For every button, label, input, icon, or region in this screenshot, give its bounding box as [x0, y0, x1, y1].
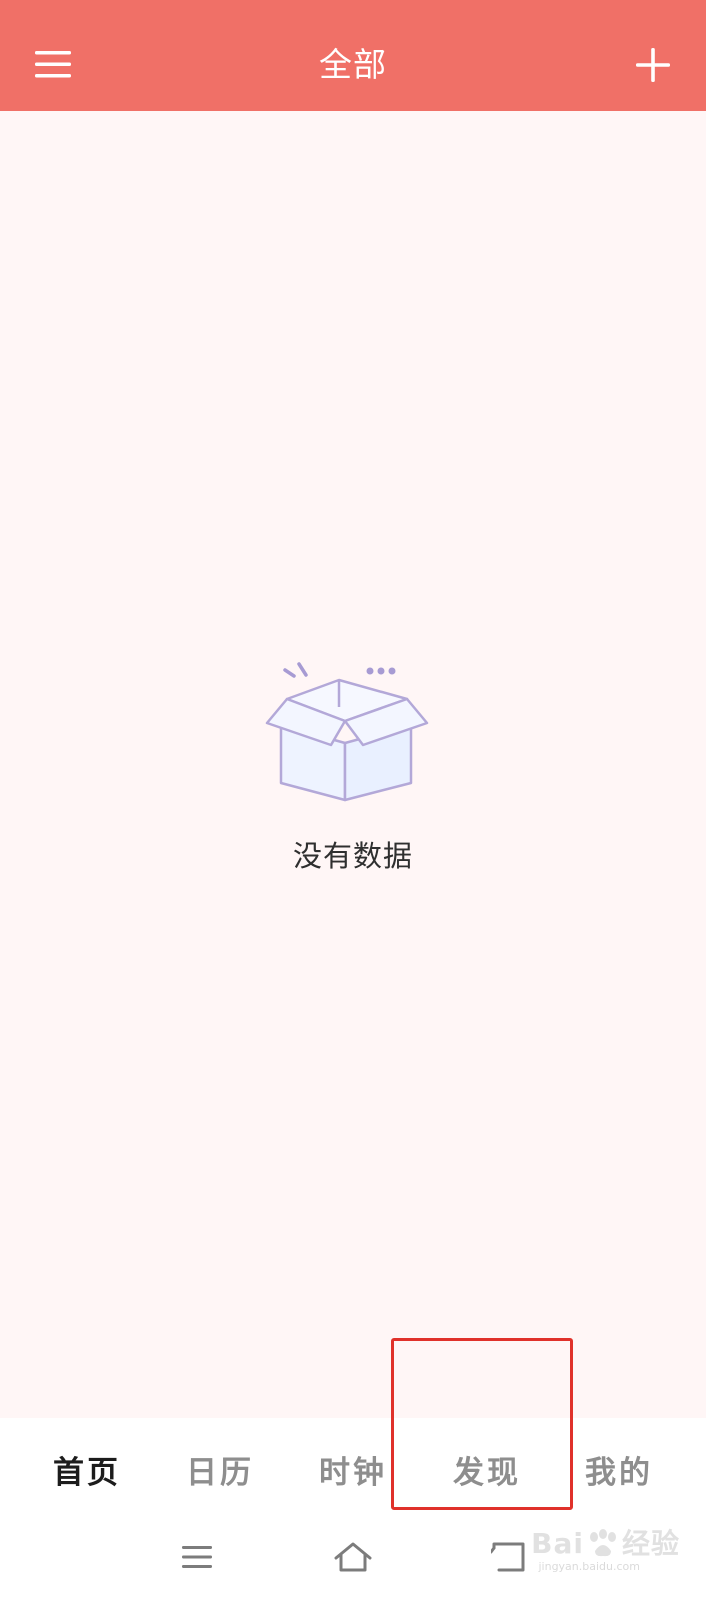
tab-discover[interactable]: 发现 [422, 1418, 552, 1520]
recent-apps-icon [182, 1546, 212, 1568]
app-bar: 全部 [0, 0, 706, 111]
recent-apps-button[interactable] [162, 1532, 232, 1582]
plus-icon [636, 48, 670, 82]
bottom-navigation: 首页 日历 时钟 发现 我的 [0, 1418, 706, 1520]
tab-mine[interactable]: 我的 [554, 1418, 684, 1520]
watermark-brand-left: Bai [531, 1527, 584, 1560]
paw-logo-icon [586, 1529, 620, 1559]
tab-calendar[interactable]: 日历 [155, 1418, 285, 1520]
baidu-jingyan-watermark: Bai 经验 jingyan.baidu.com [531, 1528, 680, 1588]
home-button[interactable] [318, 1532, 388, 1582]
empty-state: 没有数据 [0, 655, 706, 875]
tab-home[interactable]: 首页 [22, 1418, 152, 1520]
page-title: 全部 [319, 45, 387, 84]
watermark-logo: Bai 经验 [531, 1528, 680, 1560]
empty-message: 没有数据 [292, 839, 413, 873]
add-button[interactable] [622, 36, 684, 94]
app-screen: 全部 没有数据 首页 日历 时钟 发现 我的 Bai 经验 jingyan.ba… [0, 0, 706, 1600]
open-box-icon [265, 662, 429, 802]
watermark-url: jingyan.baidu.com [538, 1560, 640, 1573]
back-icon [491, 1542, 525, 1572]
watermark-brand-right: 经验 [621, 1527, 680, 1560]
home-icon [334, 1542, 372, 1572]
tab-clock[interactable]: 时钟 [288, 1418, 418, 1520]
